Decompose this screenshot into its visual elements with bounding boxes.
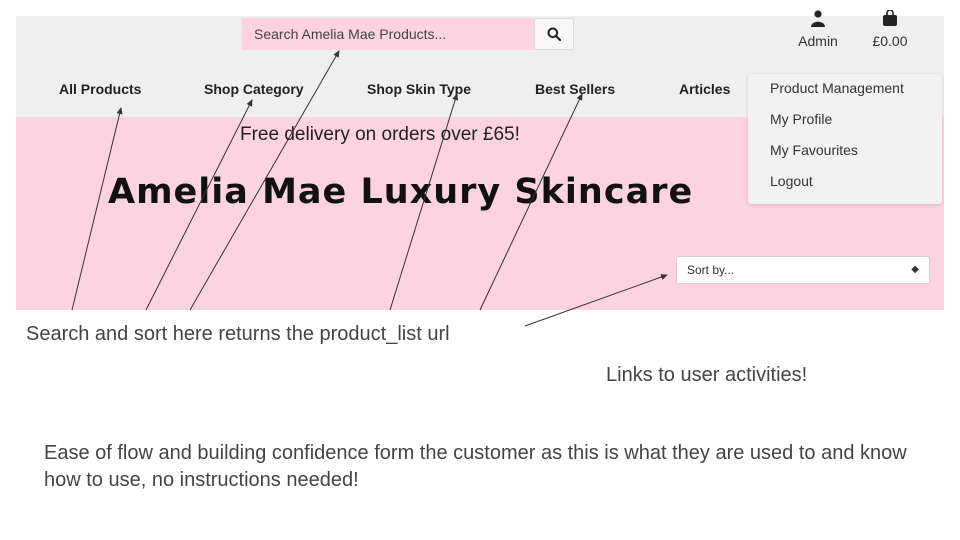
admin-account-link[interactable]: Admin: [786, 10, 850, 54]
search-input[interactable]: Search Amelia Mae Products...: [242, 18, 534, 50]
annotation-search-sort: Search and sort here returns the product…: [26, 323, 450, 345]
annotation-ease-of-flow: Ease of flow and building confidence for…: [44, 442, 907, 491]
annotation-user-links: Links to user activities!: [606, 364, 808, 386]
menu-item-logout[interactable]: Logout: [770, 173, 813, 189]
account-dropdown-menu: Product Management My Profile My Favouri…: [748, 74, 942, 204]
cart-link[interactable]: £0.00: [858, 10, 922, 54]
nav-shop-skin-type[interactable]: Shop Skin Type: [367, 81, 471, 97]
sort-select-value: Sort by...: [687, 263, 735, 277]
cart-total: £0.00: [872, 33, 908, 49]
menu-item-my-profile[interactable]: My Profile: [770, 111, 832, 127]
nav-all-products[interactable]: All Products: [59, 81, 141, 97]
select-arrows-icon: ◆: [911, 264, 919, 275]
shopping-bag-icon: [883, 10, 897, 26]
admin-label: Admin: [798, 33, 838, 49]
menu-item-my-favourites[interactable]: My Favourites: [770, 142, 858, 158]
user-icon: [811, 10, 825, 27]
header-bar: Search Amelia Mae Products... Admin £0.0…: [16, 10, 944, 61]
delivery-banner-text: Free delivery on orders over £65!: [240, 124, 520, 145]
nav-articles[interactable]: Articles: [679, 81, 730, 97]
nav-shop-category[interactable]: Shop Category: [204, 81, 304, 97]
sort-select[interactable]: Sort by... ◆: [676, 256, 930, 284]
search-button[interactable]: [534, 18, 574, 50]
nav-best-sellers[interactable]: Best Sellers: [535, 81, 615, 97]
search-icon: [547, 27, 561, 41]
menu-item-product-management[interactable]: Product Management: [770, 80, 904, 96]
brand-title: Amelia Mae Luxury Skincare: [108, 172, 694, 212]
